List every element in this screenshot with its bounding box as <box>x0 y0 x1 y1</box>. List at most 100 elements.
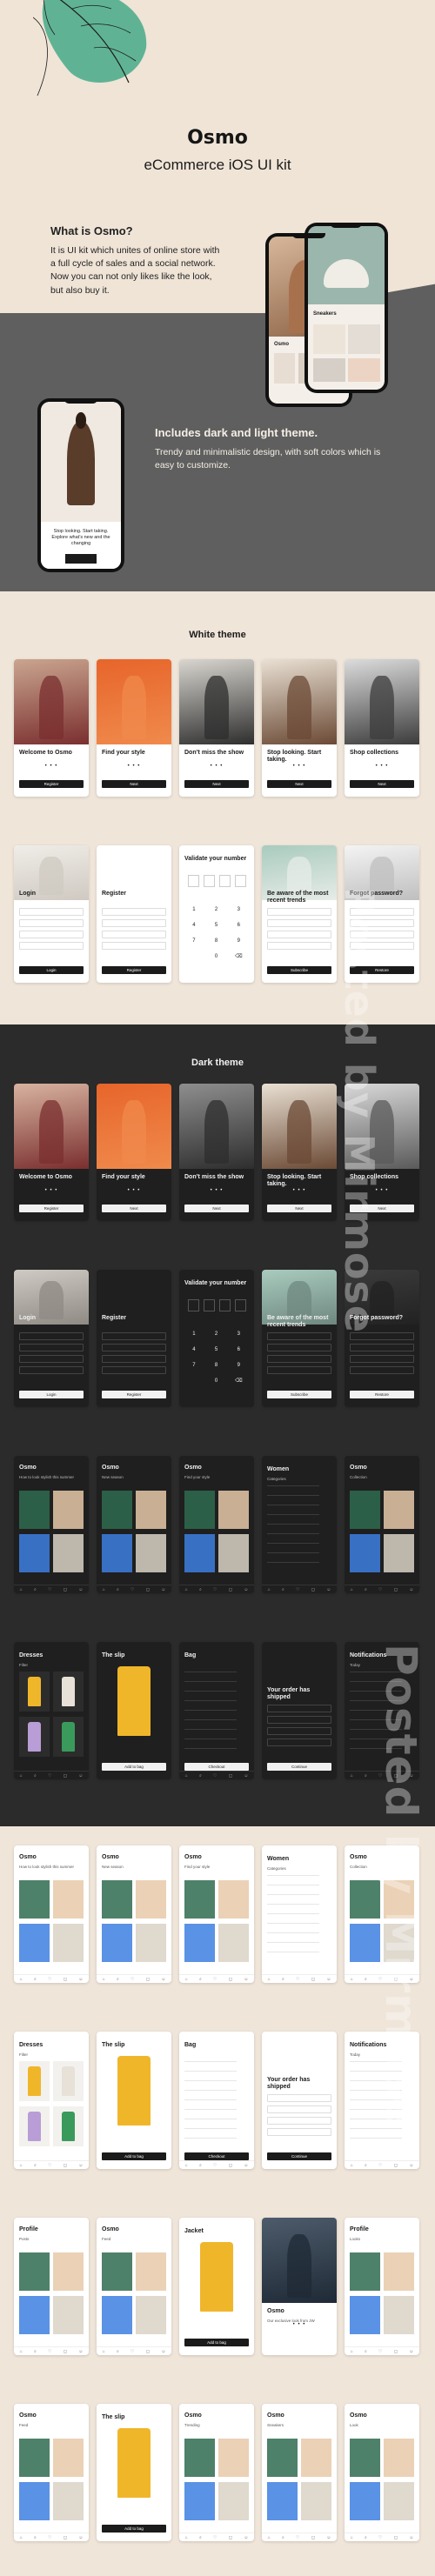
bag-icon[interactable]: ◻ <box>311 1977 315 1982</box>
primary-button[interactable]: Register <box>102 966 166 974</box>
feed-image[interactable] <box>384 2439 414 2477</box>
input-field[interactable] <box>350 1344 414 1351</box>
profile-icon[interactable]: ☺ <box>161 1977 165 1982</box>
profile-icon[interactable]: ☺ <box>244 1587 248 1592</box>
tab-bar[interactable]: ⌂ ⌕ ♡ ◻ ☺ <box>14 2346 89 2355</box>
feed-image[interactable] <box>53 2296 84 2334</box>
feed-image[interactable] <box>218 1880 249 1919</box>
bag-icon[interactable]: ◻ <box>229 2535 232 2540</box>
keypad-key[interactable]: 7 <box>183 1361 205 1371</box>
feed-image[interactable] <box>301 2482 331 2520</box>
screen-tile[interactable]: Find your style • • • Next <box>97 659 171 797</box>
search-icon[interactable]: ⌕ <box>282 1977 284 1982</box>
feed-image[interactable] <box>350 1534 380 1572</box>
profile-icon[interactable]: ☺ <box>78 1587 83 1592</box>
keypad-key[interactable]: 1 <box>183 1330 205 1339</box>
number-keypad[interactable]: 1 2 3 4 5 6 7 8 9 0 ⌫ <box>183 899 251 962</box>
bag-icon[interactable]: ◻ <box>394 2349 398 2354</box>
home-icon[interactable]: ⌂ <box>20 2535 23 2540</box>
screen-tile[interactable]: Osmo Feed ⌂ ⌕ ♡ ◻ ☺ <box>97 2218 171 2355</box>
input-field[interactable] <box>267 942 331 950</box>
home-icon[interactable]: ⌂ <box>351 1773 353 1779</box>
input-field[interactable] <box>267 931 331 938</box>
keypad-key[interactable]: 1 <box>183 905 205 915</box>
heart-icon[interactable]: ♡ <box>296 2535 299 2540</box>
search-icon[interactable]: ⌕ <box>282 2535 284 2540</box>
heart-icon[interactable]: ♡ <box>130 2349 134 2354</box>
input-field[interactable] <box>350 1366 414 1374</box>
primary-button[interactable]: Next <box>267 1205 331 1212</box>
feed-image[interactable] <box>102 1534 132 1572</box>
code-digit-box[interactable] <box>204 875 215 887</box>
tab-bar[interactable]: ⌂ ⌕ ♡ ◻ ☺ <box>14 1585 89 1593</box>
feed-image[interactable] <box>102 2252 132 2291</box>
feed-image[interactable] <box>136 1880 166 1919</box>
bag-icon[interactable]: ◻ <box>64 1773 67 1779</box>
search-icon[interactable]: ⌕ <box>365 1587 367 1592</box>
input-field[interactable] <box>267 1716 331 1724</box>
screen-tile[interactable]: Register Register <box>97 1270 171 1407</box>
heart-icon[interactable]: ♡ <box>378 2163 382 2168</box>
heart-icon[interactable]: ♡ <box>213 1977 217 1982</box>
search-icon[interactable]: ⌕ <box>199 2535 202 2540</box>
feed-image[interactable] <box>19 2296 50 2334</box>
search-icon[interactable]: ⌕ <box>365 2349 367 2354</box>
home-icon[interactable]: ⌂ <box>351 1587 353 1592</box>
search-icon[interactable]: ⌕ <box>34 1587 37 1592</box>
input-field[interactable] <box>19 1332 84 1340</box>
feed-image[interactable] <box>19 1880 50 1919</box>
search-icon[interactable]: ⌕ <box>365 2163 367 2168</box>
feed-image[interactable] <box>384 2252 414 2291</box>
keypad-key[interactable]: 9 <box>227 937 250 946</box>
screen-tile[interactable]: Be aware of the most recent trends Subscr… <box>262 1270 337 1407</box>
profile-icon[interactable]: ☺ <box>161 1587 165 1592</box>
screen-tile[interactable]: Osmo How to look stylish this summer ⌂ ⌕ ♡ ◻ ☺ <box>14 1456 89 1593</box>
search-icon[interactable]: ⌕ <box>117 1977 119 1982</box>
home-icon[interactable]: ⌂ <box>20 2163 23 2168</box>
screen-tile[interactable]: Your order has shipped Continue <box>262 1642 337 1779</box>
heart-icon[interactable]: ♡ <box>213 1773 217 1779</box>
heart-icon[interactable]: ♡ <box>213 2535 217 2540</box>
feed-image[interactable] <box>19 1534 50 1572</box>
input-field[interactable] <box>267 919 331 927</box>
screen-tile[interactable]: Your order has shipped Continue <box>262 2032 337 2169</box>
primary-button[interactable]: Register <box>19 1205 84 1212</box>
bag-icon[interactable]: ◻ <box>64 1587 67 1592</box>
screen-tile[interactable]: Stop looking. Start taking. • • • Next <box>262 659 337 797</box>
heart-icon[interactable]: ♡ <box>213 1587 217 1592</box>
feed-image[interactable] <box>102 1880 132 1919</box>
profile-icon[interactable]: ☺ <box>161 2349 165 2354</box>
search-icon[interactable]: ⌕ <box>117 1587 119 1592</box>
feed-image[interactable] <box>267 2482 298 2520</box>
heart-icon[interactable]: ♡ <box>48 1587 51 1592</box>
input-field[interactable] <box>267 2106 331 2113</box>
feed-image[interactable] <box>19 2482 50 2520</box>
feed-image[interactable] <box>102 1924 132 1962</box>
heart-icon[interactable]: ♡ <box>130 1587 134 1592</box>
feed-image[interactable] <box>53 2482 84 2520</box>
code-digit-box[interactable] <box>188 875 199 887</box>
code-digit-box[interactable] <box>204 1299 215 1311</box>
primary-button[interactable]: Checkout <box>184 1763 249 1771</box>
feed-image[interactable] <box>53 1534 84 1572</box>
home-icon[interactable]: ⌂ <box>351 2535 353 2540</box>
profile-icon[interactable]: ☺ <box>78 2535 83 2540</box>
primary-button[interactable]: Restore <box>350 1391 414 1398</box>
screen-tile[interactable]: Women Categories ⌂ ⌕ ♡ ◻ ☺ <box>262 1845 337 1983</box>
input-field[interactable] <box>102 908 166 916</box>
tab-bar[interactable]: ⌂ ⌕ ♡ ◻ ☺ <box>14 1771 89 1779</box>
search-icon[interactable]: ⌕ <box>34 2349 37 2354</box>
screen-tile[interactable]: Osmo Find your style ⌂ ⌕ ♡ ◻ ☺ <box>179 1845 254 1983</box>
feed-image[interactable] <box>350 2252 380 2291</box>
code-digit-box[interactable] <box>235 1299 246 1311</box>
feed-image[interactable] <box>19 1491 50 1529</box>
feed-image[interactable] <box>350 1491 380 1529</box>
number-keypad[interactable]: 1 2 3 4 5 6 7 8 9 0 ⌫ <box>183 1324 251 1386</box>
screen-tile[interactable]: Profile Posts ⌂ ⌕ ♡ ◻ ☺ <box>14 2218 89 2355</box>
feed-image[interactable] <box>102 2296 132 2334</box>
screen-tile[interactable]: Welcome to Osmo • • • Register <box>14 1084 89 1221</box>
tab-bar[interactable]: ⌂ ⌕ ♡ ◻ ☺ <box>179 1974 254 1983</box>
keypad-key[interactable]: 5 <box>205 1345 228 1355</box>
home-icon[interactable]: ⌂ <box>185 2163 188 2168</box>
tab-bar[interactable]: ⌂ ⌕ ♡ ◻ ☺ <box>97 2346 171 2355</box>
